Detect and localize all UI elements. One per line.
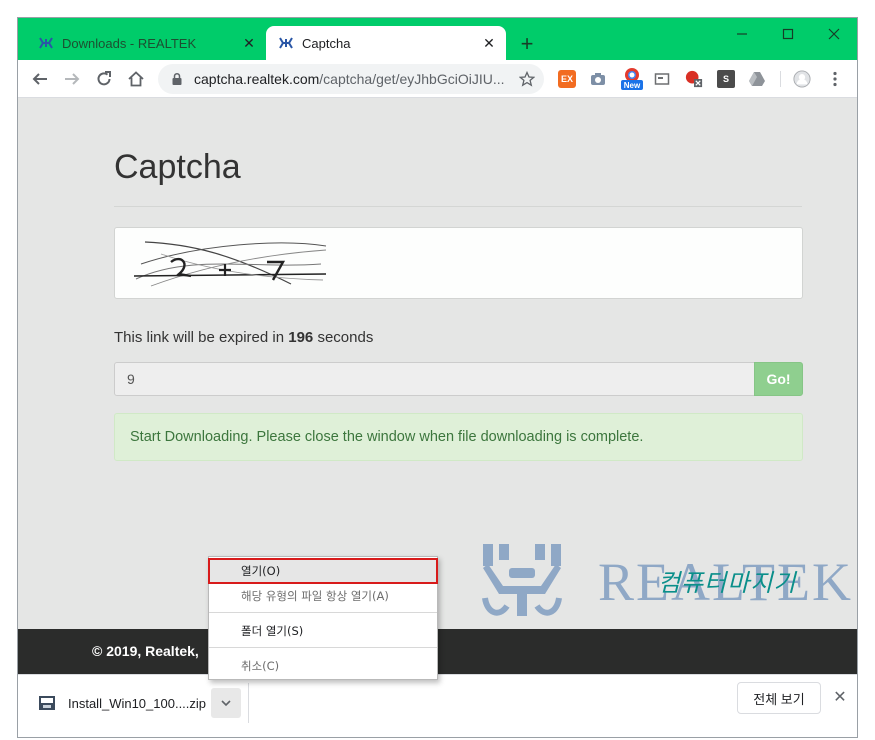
realtek-favicon-icon — [38, 35, 54, 51]
forward-arrow-icon[interactable] — [58, 65, 86, 93]
extension-s-icon[interactable]: S — [717, 70, 735, 88]
url-path: /captcha/get/eyJhbGciOiJIU... — [319, 71, 504, 87]
captcha-answer-input[interactable] — [114, 362, 755, 396]
shelf-close-icon[interactable]: ✕ — [828, 685, 852, 709]
menu-kebab-icon[interactable] — [826, 70, 844, 88]
browser-toolbar: captcha.realtek.com/captcha/get/eyJhbGci… — [18, 60, 857, 98]
download-menu-chevron-down-icon[interactable] — [211, 688, 241, 718]
maximize-icon[interactable] — [765, 18, 811, 50]
watermark-text: 컴퓨터마지기 — [658, 569, 797, 597]
close-icon[interactable] — [811, 18, 857, 50]
download-context-menu: 열기(O) 해당 유형의 파일 항상 열기(A) 폴더 열기(S) 취소(C) — [208, 556, 438, 680]
go-button[interactable]: Go! — [754, 362, 803, 396]
blocked-extension-icon[interactable] — [685, 70, 703, 88]
url-text: captcha.realtek.com/captcha/get/eyJhbGci… — [194, 71, 504, 87]
lock-icon — [170, 72, 184, 86]
tab-downloads-realtek[interactable]: Downloads - REALTEK ✕ — [26, 26, 266, 60]
realtek-favicon-icon — [278, 35, 294, 51]
expiry-text: This link will be expired in 196 seconds — [114, 329, 373, 346]
captcha-image — [133, 241, 327, 287]
expiry-seconds: 196 — [288, 329, 314, 346]
menu-item-open[interactable]: 열기(O) — [208, 558, 438, 584]
tab-close-icon[interactable]: ✕ — [480, 34, 498, 52]
window-extension-icon[interactable] — [653, 70, 671, 88]
download-item[interactable]: Install_Win10_100....zip — [30, 685, 208, 721]
download-file-name: Install_Win10_100....zip — [68, 695, 207, 711]
drive-extension-icon[interactable] — [748, 70, 766, 88]
minimize-icon[interactable] — [719, 18, 765, 50]
chrome-new-extension-icon[interactable]: New — [619, 66, 645, 92]
tab-captcha[interactable]: Captcha ✕ — [266, 26, 506, 60]
url-host: captcha.realtek.com — [194, 71, 320, 87]
tab-strip: Downloads - REALTEK ✕ Captcha ✕ + — [18, 18, 857, 60]
download-alert: Start Downloading. Please close the wind… — [114, 413, 803, 461]
menu-item-always-open[interactable]: 해당 유형의 파일 항상 열기(A) — [209, 584, 437, 608]
extension-ex-icon[interactable]: EX — [558, 70, 576, 88]
captcha-image-box — [114, 227, 803, 299]
zip-file-icon — [38, 694, 56, 712]
page-footer: © 2019, Realtek, — [18, 629, 857, 674]
home-icon[interactable] — [122, 65, 150, 93]
new-tab-button[interactable]: + — [515, 32, 539, 56]
address-bar[interactable]: captcha.realtek.com/captcha/get/eyJhbGci… — [158, 64, 544, 94]
back-arrow-icon[interactable] — [26, 65, 54, 93]
menu-separator — [209, 647, 437, 648]
title-divider — [114, 206, 802, 207]
footer-copyright: © 2019, Realtek, — [92, 643, 199, 659]
menu-item-cancel[interactable]: 취소(C) — [209, 654, 437, 678]
tab-title: Downloads - REALTEK — [62, 35, 197, 51]
download-shelf: Install_Win10_100....zip 전체 보기 ✕ — [18, 674, 857, 737]
camera-extension-icon[interactable] — [589, 70, 607, 88]
extension-new-badge: New — [624, 81, 641, 90]
show-all-downloads-button[interactable]: 전체 보기 — [737, 682, 821, 714]
captcha-input-group: Go! — [114, 362, 803, 396]
expiry-prefix: This link will be expired in — [114, 329, 285, 346]
tab-close-icon[interactable]: ✕ — [240, 34, 258, 52]
realtek-crab-logo-icon — [482, 544, 562, 616]
tab-title: Captcha — [302, 35, 351, 51]
menu-separator — [209, 612, 437, 613]
reload-icon[interactable] — [90, 65, 118, 93]
menu-item-open-folder[interactable]: 폴더 열기(S) — [209, 619, 437, 643]
expiry-suffix: seconds — [317, 329, 374, 346]
shelf-divider — [248, 683, 249, 723]
page-title: Captcha — [114, 148, 241, 186]
profile-avatar-icon[interactable] — [793, 70, 811, 88]
toolbar-divider — [780, 71, 781, 87]
page-content: Captcha This link will be expired in 196… — [18, 98, 857, 629]
bookmark-star-icon[interactable] — [516, 68, 538, 90]
